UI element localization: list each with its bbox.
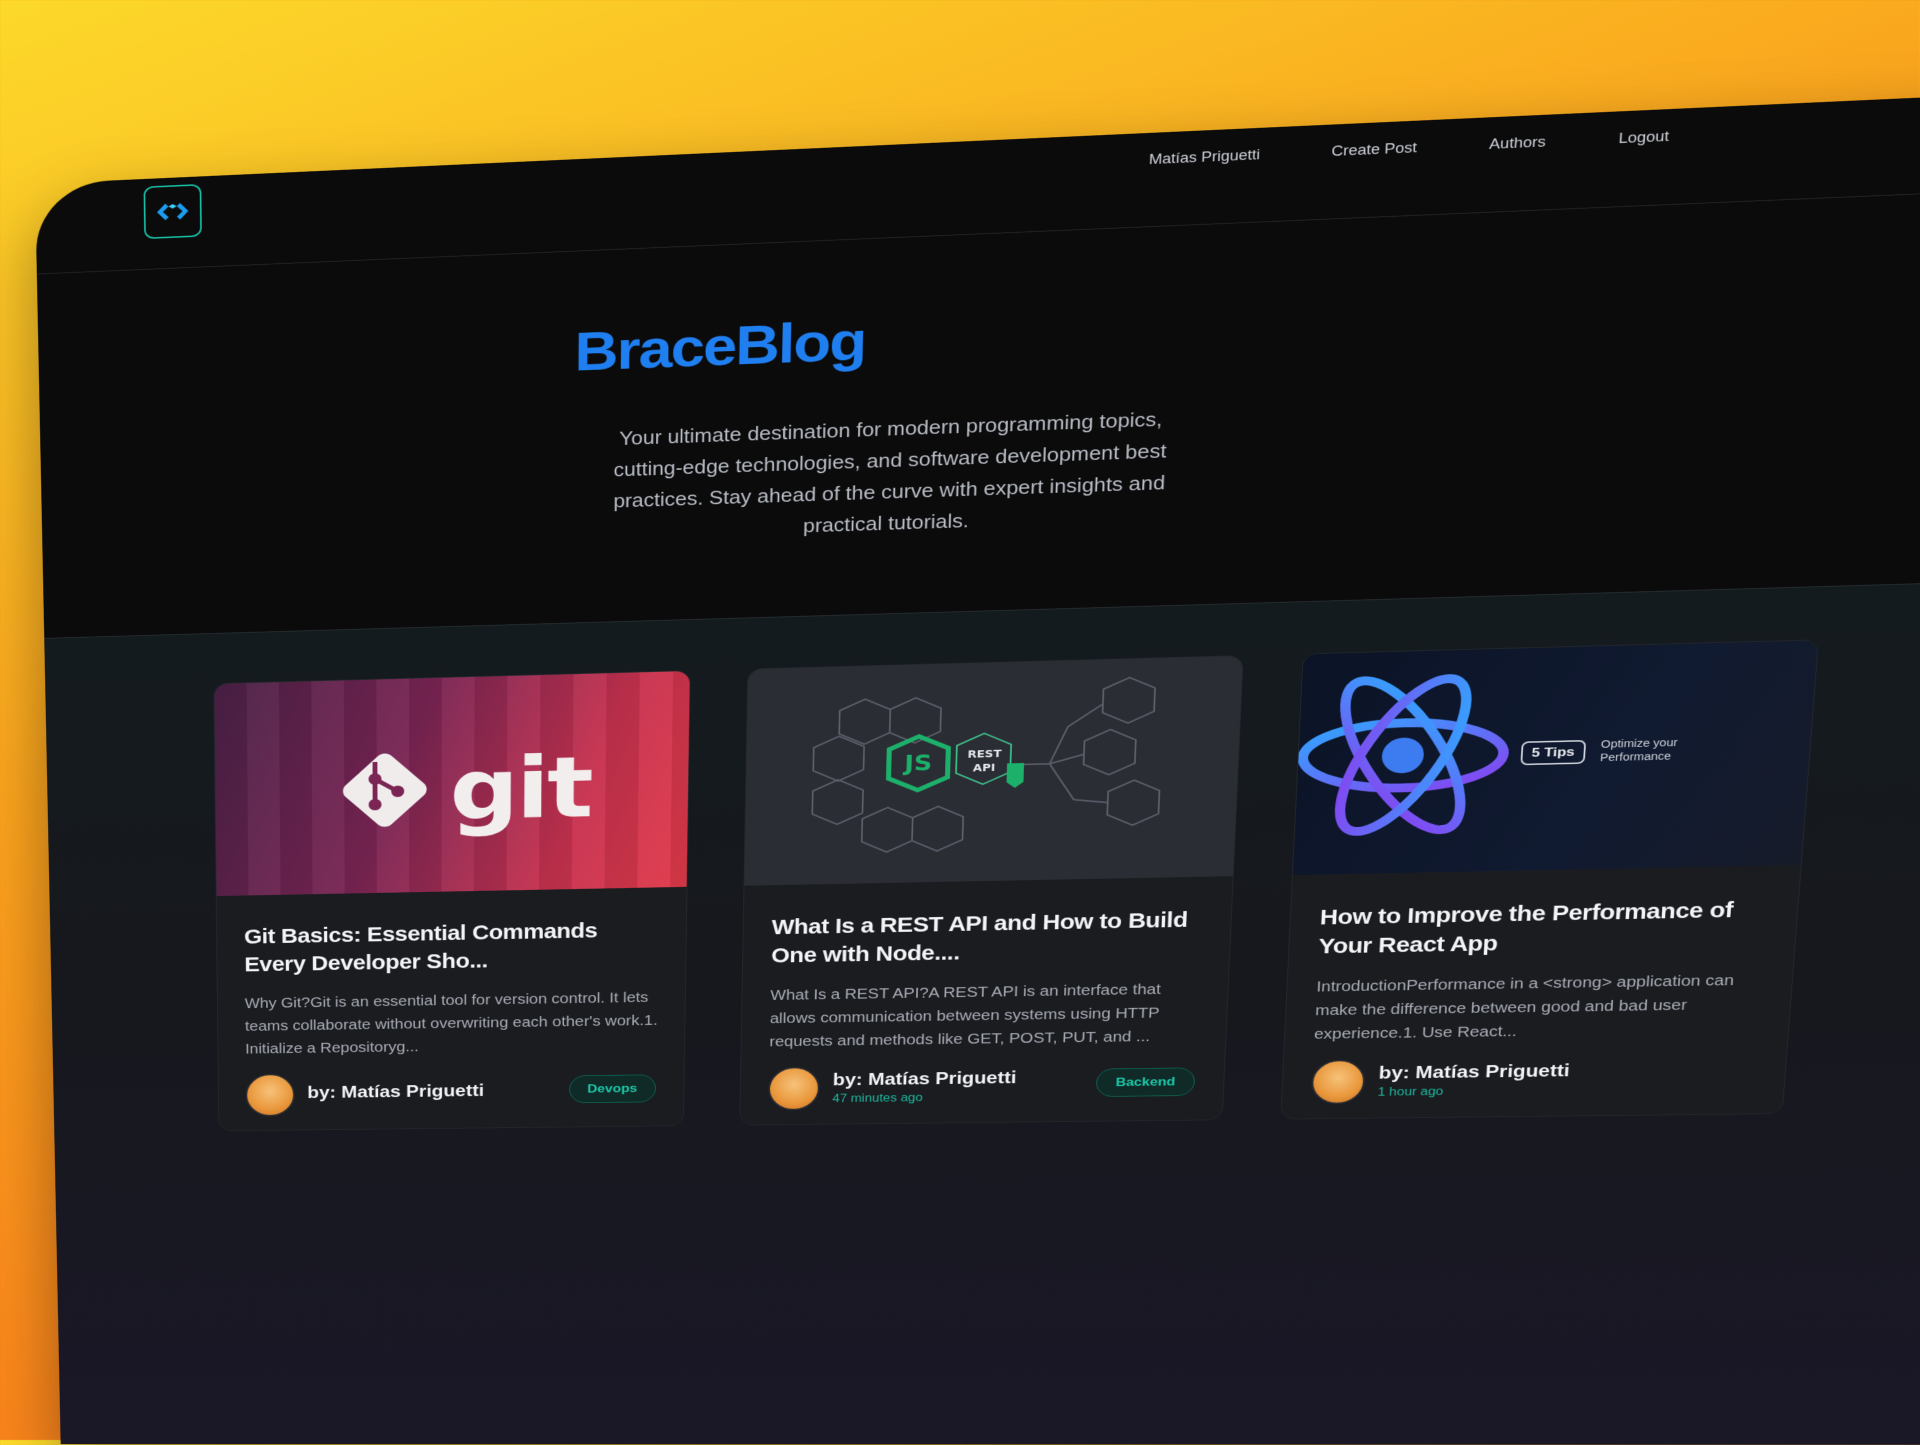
- site-title: BraceBlog: [574, 310, 867, 383]
- post-title[interactable]: What Is a REST API and How to Build One …: [771, 906, 1209, 971]
- post-card[interactable]: JS REST API What Is a REST API and How t…: [739, 655, 1244, 1126]
- nav-links: Matías Priguetti Create Post Authors Log…: [1149, 128, 1670, 168]
- js-label: JS: [902, 750, 932, 777]
- post-author: by: Matías Priguetti: [245, 1071, 484, 1117]
- author-avatar[interactable]: [768, 1066, 820, 1111]
- nav-logout-link[interactable]: Logout: [1618, 128, 1669, 147]
- author-avatar[interactable]: [245, 1073, 295, 1117]
- author-avatar[interactable]: [1310, 1059, 1366, 1105]
- nav-authors-link[interactable]: Authors: [1489, 134, 1546, 153]
- logo[interactable]: [143, 183, 202, 240]
- post-thumbnail: JS REST API: [744, 655, 1243, 886]
- nav-profile-link[interactable]: Matías Priguetti: [1149, 147, 1261, 168]
- category-tag[interactable]: Backend: [1095, 1067, 1196, 1097]
- browser-window: Matías Priguetti Create Post Authors Log…: [35, 87, 1920, 1445]
- author-name[interactable]: by: Matías Priguetti: [833, 1068, 1017, 1090]
- post-author: by: Matías Priguetti 47 minutes ago: [768, 1064, 1017, 1111]
- react-logo-icon: [1293, 656, 1523, 854]
- site-tagline: Your ultimate destination for modern pro…: [613, 409, 1167, 537]
- post-card[interactable]: git Git Basics: Essential Commands Every…: [213, 670, 691, 1132]
- hexagon-network-illustration: JS REST API: [744, 656, 1242, 886]
- post-title[interactable]: Git Basics: Essential Commands Every Dev…: [244, 916, 665, 979]
- post-time: 1 hour ago: [1377, 1085, 1444, 1099]
- author-name[interactable]: by: Matías Priguetti: [1378, 1061, 1570, 1083]
- category-tag[interactable]: Devops: [568, 1074, 657, 1104]
- post-thumbnail: git: [214, 671, 690, 897]
- post-excerpt: Why Git?Git is an essential tool for ver…: [244, 989, 658, 1058]
- rest-label: REST: [967, 748, 1002, 761]
- post-excerpt: IntroductionPerformance in a <strong> ap…: [1313, 972, 1735, 1043]
- git-logo-icon: [338, 749, 431, 831]
- post-title[interactable]: How to Improve the Performance of Your R…: [1318, 895, 1776, 961]
- post-time: 47 minutes ago: [832, 1091, 923, 1105]
- post-thumbnail: 5 Tips Optimize your Performance: [1292, 640, 1818, 875]
- app-screen: Matías Priguetti Create Post Authors Log…: [35, 87, 1920, 1445]
- post-time: [307, 1104, 484, 1106]
- thumbnail-text: git: [449, 737, 592, 840]
- tips-badge: 5 Tips: [1520, 739, 1587, 766]
- nav-create-post-link[interactable]: Create Post: [1331, 140, 1417, 160]
- thumbnail-caption: Optimize your Performance: [1599, 736, 1678, 764]
- braces-logo-icon: [156, 202, 188, 220]
- navbar: Matías Priguetti Create Post Authors Log…: [35, 87, 1920, 275]
- post-excerpt: What Is a REST API?A REST API is an inte…: [769, 981, 1162, 1050]
- post-card[interactable]: 5 Tips Optimize your Performance How to …: [1280, 639, 1819, 1120]
- api-label: API: [973, 762, 996, 775]
- author-name[interactable]: by: Matías Priguetti: [307, 1081, 484, 1102]
- post-author: by: Matías Priguetti 1 hour ago: [1310, 1057, 1571, 1105]
